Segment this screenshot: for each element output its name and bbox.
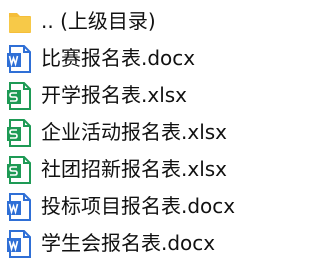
file-name: 投标项目报名表.docx (41, 194, 236, 218)
excel-sheet-icon (6, 81, 33, 111)
list-item-file[interactable]: 企业活动报名表.xlsx (0, 114, 274, 151)
folder-icon (6, 7, 33, 37)
file-name: 企业活动报名表.xlsx (41, 120, 228, 144)
list-item-file[interactable]: 学生会报名表.docx (0, 225, 274, 262)
list-item-file[interactable]: 比赛报名表.docx (0, 40, 274, 77)
file-name: 社团招新报名表.xlsx (41, 157, 228, 181)
excel-sheet-icon (6, 118, 33, 148)
list-item-file[interactable]: 投标项目报名表.docx (0, 188, 274, 225)
list-item-parent-folder[interactable]: .. (上级目录) (0, 3, 274, 40)
list-item-file[interactable]: 开学报名表.xlsx (0, 77, 274, 114)
file-name: .. (上级目录) (41, 9, 156, 33)
excel-sheet-icon (6, 155, 33, 185)
word-doc-icon (6, 44, 33, 74)
file-name: 开学报名表.xlsx (41, 83, 188, 107)
list-item-file[interactable]: 社团招新报名表.xlsx (0, 151, 274, 188)
file-list: .. (上级目录) 比赛报名表.docx 开学报名表.xlsx 企业活动报名表.… (0, 0, 274, 264)
word-doc-icon (6, 192, 33, 222)
file-name: 学生会报名表.docx (41, 231, 216, 255)
word-doc-icon (6, 229, 33, 259)
file-name: 比赛报名表.docx (41, 46, 196, 70)
